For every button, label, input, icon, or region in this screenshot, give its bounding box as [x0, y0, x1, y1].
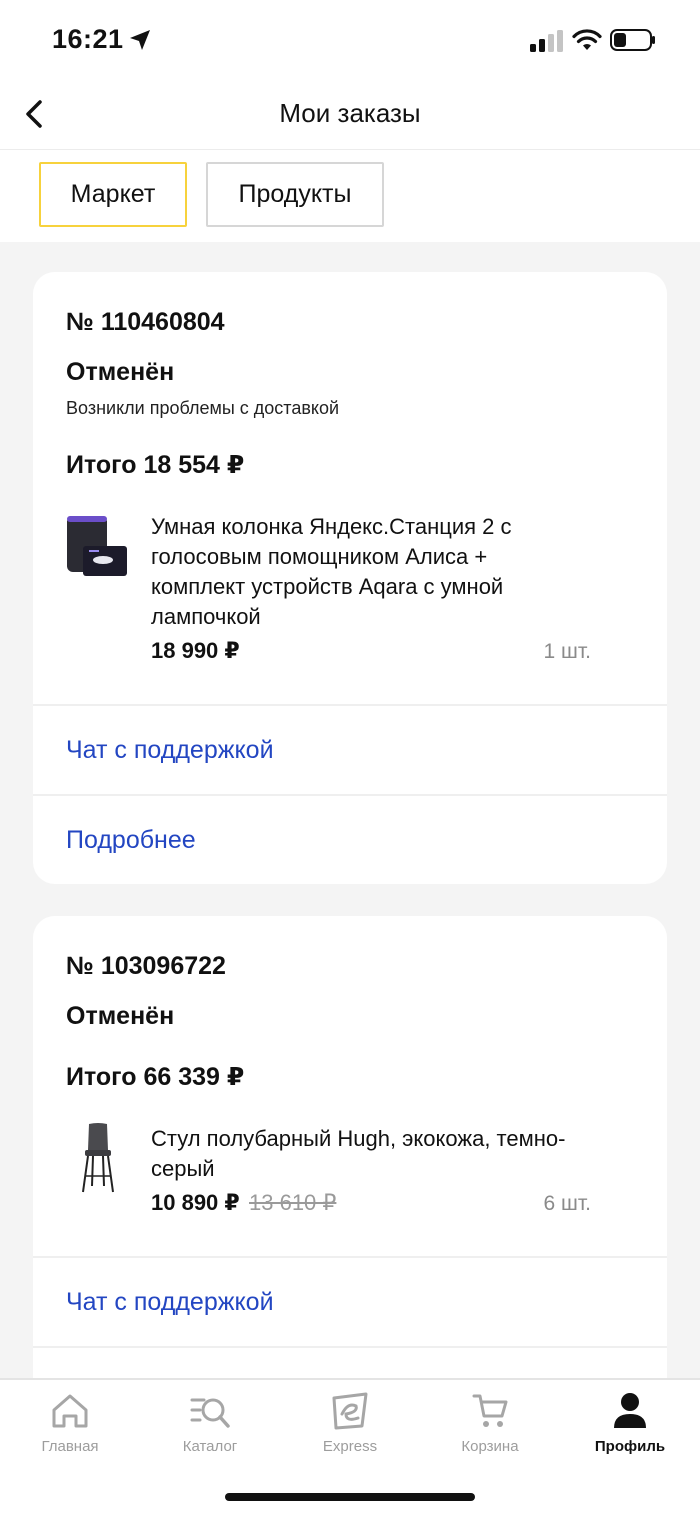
status-bar: 16:21	[0, 0, 700, 80]
product-quantity: 6 шт.	[543, 1192, 592, 1215]
nav-label: Корзина	[461, 1438, 519, 1455]
product-image[interactable]	[61, 1120, 135, 1194]
cart-icon	[472, 1394, 508, 1427]
nav-item-profile[interactable]: Профиль	[560, 1390, 700, 1455]
order-number: № 110460804	[66, 308, 225, 336]
nav-item-cart[interactable]: Корзина	[420, 1390, 560, 1455]
divider	[33, 1346, 667, 1348]
tab-products[interactable]: Продукты	[206, 162, 384, 227]
catalog-search-icon	[190, 1398, 230, 1428]
order-total: Итого 18 554 ₽	[66, 451, 245, 479]
order-card: № 103096722 Отменён Итого 66 339 ₽ Стул …	[33, 916, 667, 1396]
order-status: Отменён	[66, 358, 175, 386]
order-status-reason: Возникли проблемы с доставкой	[66, 398, 340, 418]
product-name[interactable]: Умная колонка Яндекс.Станция 2 с голосов…	[151, 512, 571, 632]
nav-item-express[interactable]: Express	[280, 1390, 420, 1455]
battery-icon	[610, 29, 655, 51]
nav-header: Мои заказы	[0, 80, 700, 150]
order-card: № 110460804 Отменён Возникли проблемы с …	[33, 272, 667, 884]
wifi-icon	[572, 29, 602, 50]
tab-market[interactable]: Маркет	[39, 162, 187, 227]
order-details-link[interactable]: Подробнее	[66, 826, 196, 855]
home-indicator[interactable]	[225, 1493, 475, 1501]
express-icon	[332, 1392, 368, 1430]
nav-item-catalog[interactable]: Каталог	[140, 1390, 280, 1455]
divider	[33, 704, 667, 706]
product-price: 10 890 ₽	[151, 1190, 240, 1215]
divider	[33, 794, 667, 796]
nav-label: Главная	[41, 1438, 99, 1455]
support-chat-link[interactable]: Чат с поддержкой	[66, 1288, 274, 1317]
nav-label: Express	[322, 1438, 378, 1455]
product-price: 18 990 ₽	[151, 638, 240, 663]
product-old-price: 13 610 ₽	[249, 1190, 337, 1215]
order-number: № 103096722	[66, 952, 226, 980]
nav-item-home[interactable]: Главная	[0, 1390, 140, 1455]
home-icon	[52, 1394, 88, 1428]
cellular-signal-icon	[530, 30, 563, 52]
order-total: Итого 66 339 ₽	[66, 1063, 245, 1091]
order-status: Отменён	[66, 1002, 175, 1030]
support-chat-link[interactable]: Чат с поддержкой	[66, 736, 274, 765]
divider	[33, 1256, 667, 1258]
order-source-tabs: Маркет Продукты	[0, 150, 700, 242]
nav-label: Профиль	[594, 1438, 666, 1455]
location-arrow-icon	[130, 30, 150, 50]
product-quantity: 1 шт.	[543, 640, 592, 663]
product-name[interactable]: Стул полубарный Hugh, экокожа, темно-сер…	[151, 1124, 571, 1184]
nav-label: Каталог	[182, 1438, 238, 1455]
profile-icon	[614, 1393, 646, 1428]
status-time: 16:21	[52, 24, 124, 54]
page-title: Мои заказы	[279, 98, 421, 128]
product-image[interactable]	[61, 514, 135, 588]
